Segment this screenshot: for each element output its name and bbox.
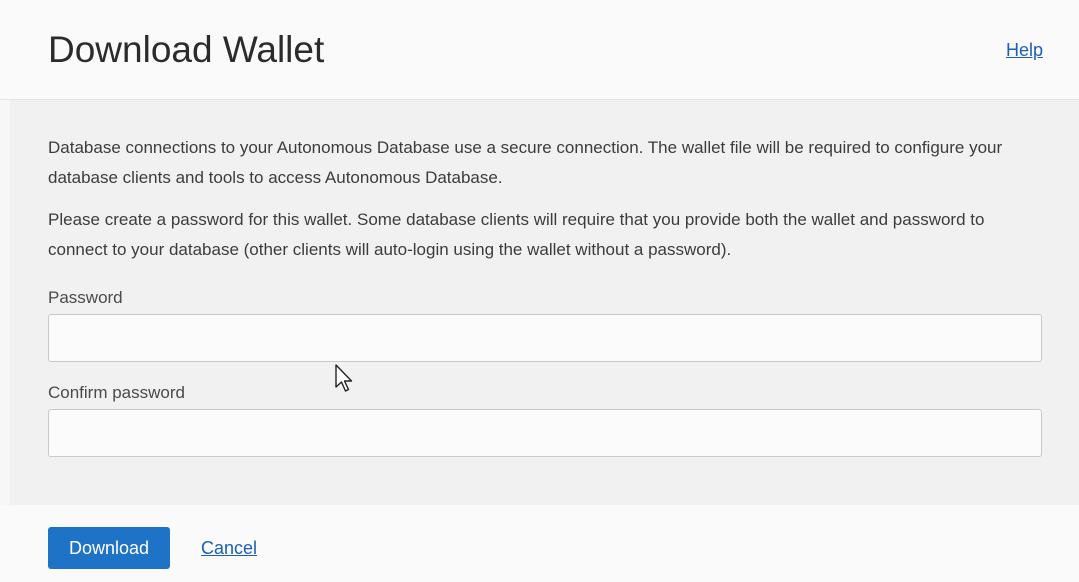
description-paragraph: Database connections to your Autonomous … [48, 138, 1003, 187]
help-link[interactable]: Help [1006, 40, 1043, 61]
password-label: Password [48, 288, 123, 307]
confirm-password-input[interactable] [48, 409, 1042, 457]
password-instructions-paragraph: Please create a password for this wallet… [48, 210, 985, 259]
confirm-password-label: Confirm password [48, 383, 185, 402]
password-input[interactable] [48, 314, 1042, 362]
mouse-pointer-icon [335, 364, 353, 392]
download-wallet-dialog: Download Wallet Help Database connection… [0, 0, 1079, 582]
cancel-link[interactable]: Cancel [201, 538, 257, 559]
dialog-footer: Download Cancel [0, 505, 1079, 582]
dialog-header: Download Wallet Help [0, 0, 1079, 100]
download-button[interactable]: Download [48, 527, 170, 569]
dialog-body: Database connections to your Autonomous … [10, 100, 1079, 505]
dialog-title: Download Wallet [48, 29, 325, 70]
